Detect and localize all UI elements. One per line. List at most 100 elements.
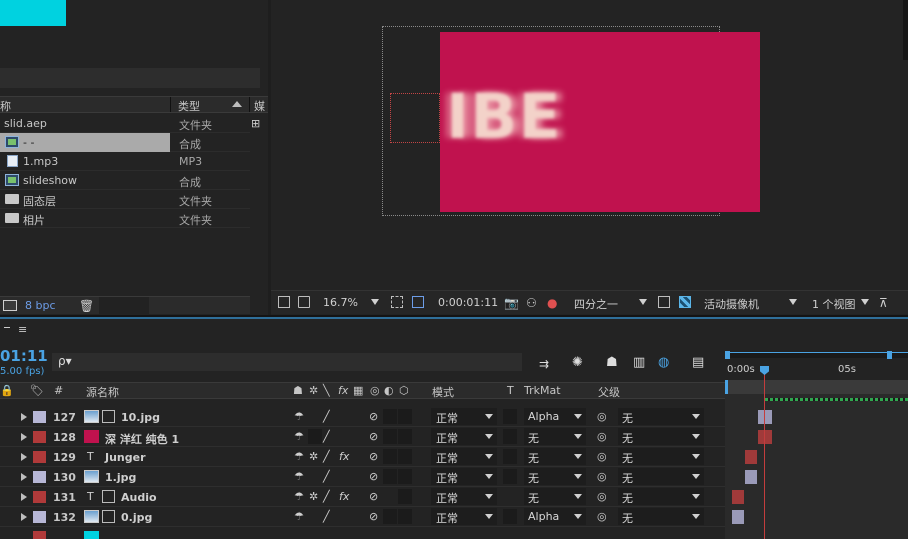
- switch-box[interactable]: [383, 449, 397, 464]
- expand-triangle-icon[interactable]: [21, 493, 27, 501]
- camera-snapshot-icon[interactable]: 📷: [504, 296, 519, 310]
- shy-switch-icon[interactable]: ☂: [294, 510, 304, 523]
- viewer-timecode[interactable]: 0:00:01:11: [438, 296, 498, 309]
- layer-bars-area[interactable]: [725, 394, 908, 539]
- bit-depth-button[interactable]: 8 bpc: [25, 299, 56, 312]
- blend-mode-select[interactable]: 正常: [431, 428, 497, 445]
- layer-duration-bar[interactable]: [745, 470, 757, 484]
- switch-box[interactable]: [383, 429, 397, 444]
- trkmat-column-header[interactable]: TrkMat: [524, 384, 561, 397]
- timeline-tab[interactable]: ≡: [0, 321, 60, 341]
- parent-select[interactable]: 无: [618, 468, 704, 485]
- panel-menu-icon[interactable]: ≡: [18, 323, 27, 336]
- layer-duration-bar[interactable]: [758, 430, 772, 444]
- layer-duration-bar[interactable]: [745, 450, 757, 464]
- expand-triangle-icon[interactable]: [21, 513, 27, 521]
- trash-icon[interactable]: 🗑: [79, 299, 94, 313]
- shy-switch-icon[interactable]: ☂: [294, 450, 304, 463]
- interpret-footage-icon[interactable]: [3, 300, 17, 311]
- composition-viewer[interactable]: IBE: [271, 0, 908, 317]
- preserve-transparency-box[interactable]: [503, 449, 517, 464]
- frame-blending-icon[interactable]: ▥: [633, 355, 645, 370]
- chevron-down-icon[interactable]: [861, 299, 869, 305]
- effects-switch-icon[interactable]: fx: [339, 450, 349, 463]
- blend-mode-select[interactable]: 正常: [431, 508, 497, 525]
- switch-box[interactable]: [383, 409, 397, 424]
- blend-mode-select[interactable]: 正常: [431, 408, 497, 425]
- parent-column-header[interactable]: 父级: [598, 384, 620, 400]
- layer-duration-bar[interactable]: [732, 510, 744, 524]
- layer-name[interactable]: Junger: [105, 451, 146, 464]
- view-layout-select[interactable]: 1 个视图: [812, 296, 856, 312]
- 3d-layer-header-icon[interactable]: ⬡: [399, 384, 409, 397]
- trkmat-select[interactable]: 无: [524, 468, 586, 485]
- motion-blur-switch-icon[interactable]: ⊘: [369, 450, 378, 463]
- expand-triangle-icon[interactable]: [21, 473, 27, 481]
- shy-layers-icon[interactable]: ☗: [606, 355, 618, 370]
- project-item[interactable]: slid.aep 文件夹: [0, 114, 250, 133]
- preserve-transparency-box[interactable]: [503, 429, 517, 444]
- motion-blur-switch-icon[interactable]: ⊘: [369, 410, 378, 423]
- column-media-header[interactable]: 媒: [254, 98, 265, 114]
- preserve-transparency-box[interactable]: [503, 469, 517, 484]
- always-preview-icon[interactable]: [278, 296, 290, 308]
- frame-blend-header-icon[interactable]: ▦: [353, 384, 363, 397]
- label-color-swatch[interactable]: [33, 531, 46, 539]
- color-channels-icon[interactable]: ●: [547, 296, 557, 310]
- parent-select[interactable]: 无: [618, 508, 704, 525]
- switch-box[interactable]: [398, 449, 412, 464]
- timeline-search-input[interactable]: ρ▾: [52, 353, 522, 371]
- quality-switch-icon[interactable]: ╱: [323, 430, 330, 443]
- project-item[interactable]: slideshow 合成: [0, 171, 250, 190]
- motion-blur-switch-icon[interactable]: ⊘: [369, 470, 378, 483]
- show-snapshot-icon[interactable]: ⚇: [526, 296, 537, 310]
- layer-name[interactable]: 10.jpg: [121, 411, 160, 424]
- effects-switch-icon[interactable]: fx: [339, 490, 349, 503]
- chevron-down-icon[interactable]: [371, 299, 379, 305]
- project-item[interactable]: 1.mp3 MP3: [0, 152, 250, 171]
- transparency-grid-icon[interactable]: [679, 296, 691, 308]
- shy-switch-header-icon[interactable]: ☗: [293, 384, 303, 397]
- current-time-display[interactable]: 01:11: [0, 347, 48, 365]
- layer-row[interactable]: 129 T Junger ☂ ✲ ╱ fx ⊘ 正常 无 ◎ 无: [0, 447, 725, 467]
- layer-row[interactable]: 130 1.jpg ☂ ╱ ⊘ 正常 无 ◎ 无: [0, 467, 725, 487]
- shy-switch-icon[interactable]: ☂: [294, 470, 304, 483]
- pick-whip-icon[interactable]: ◎: [597, 410, 607, 423]
- number-column-header[interactable]: #: [54, 384, 63, 397]
- switch-box[interactable]: [398, 429, 412, 444]
- zoom-value[interactable]: 16.7%: [323, 296, 358, 309]
- layer-row[interactable]: 131 T Audio ☂ ✲ ╱ fx ⊘ 正常 无 ◎ 无: [0, 487, 725, 507]
- layer-duration-bar[interactable]: [732, 490, 744, 504]
- collapse-switch-header-icon[interactable]: ✲: [309, 384, 318, 397]
- parent-select[interactable]: 无: [618, 428, 704, 445]
- navigator-start-handle[interactable]: [725, 380, 728, 394]
- work-area-start-handle[interactable]: [725, 351, 730, 359]
- motion-blur-icon[interactable]: ◍: [658, 355, 669, 370]
- column-divider[interactable]: [249, 97, 250, 112]
- pick-whip-icon[interactable]: ◎: [597, 470, 607, 483]
- parent-select[interactable]: 无: [618, 408, 704, 425]
- column-type-header[interactable]: 类型: [178, 98, 200, 114]
- work-area-bar[interactable]: [725, 352, 908, 358]
- blend-mode-select[interactable]: 正常: [431, 448, 497, 465]
- safe-margins-icon[interactable]: [391, 296, 403, 308]
- t-column-header[interactable]: T: [507, 384, 514, 397]
- switch-box[interactable]: [383, 509, 397, 524]
- expand-triangle-icon[interactable]: [21, 413, 27, 421]
- parent-select[interactable]: 无: [618, 448, 704, 465]
- label-color-swatch[interactable]: [33, 431, 46, 443]
- layer-name[interactable]: 0.jpg: [121, 511, 152, 524]
- shy-switch-icon[interactable]: ☂: [294, 490, 304, 503]
- pick-whip-icon[interactable]: ◎: [597, 510, 607, 523]
- motion-blur-switch-icon[interactable]: ⊘: [369, 490, 378, 503]
- layer-row-partial[interactable]: [0, 527, 725, 539]
- motion-blur-switch-icon[interactable]: ⊘: [369, 430, 378, 443]
- layer-name[interactable]: Audio: [121, 491, 157, 504]
- column-divider[interactable]: [170, 97, 171, 112]
- trkmat-select[interactable]: Alpha: [524, 408, 586, 425]
- graph-editor-icon[interactable]: ▤: [692, 355, 704, 370]
- monitor-icon[interactable]: [298, 296, 310, 308]
- switch-box[interactable]: [383, 469, 397, 484]
- switch-box[interactable]: [398, 489, 412, 504]
- collapse-switch-icon[interactable]: ✲: [309, 490, 318, 503]
